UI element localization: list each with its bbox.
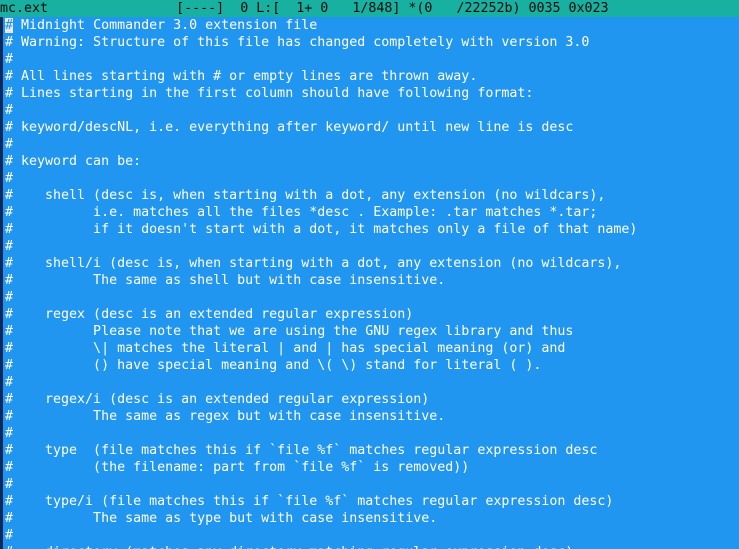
status-char-info: *(0 /22252b) xyxy=(408,1,521,16)
editor-line[interactable]: # Midnight Commander 3.0 extension file xyxy=(5,17,739,34)
editor-line[interactable]: # directory (matches any directory match… xyxy=(5,544,739,549)
editor-line[interactable]: # regex/i (desc is an extended regular e… xyxy=(5,391,739,408)
editor-line[interactable]: # xyxy=(5,238,739,255)
status-flags: [----] xyxy=(176,1,225,16)
editor-line[interactable]: # () have special meaning and \( \) stan… xyxy=(5,357,739,374)
editor-line[interactable]: # The same as regex but with case insens… xyxy=(5,408,739,425)
status-char-code: 0035 0x023 xyxy=(528,1,609,16)
status-filename: mc.ext xyxy=(0,1,49,16)
editor-line[interactable]: # The same as shell but with case insens… xyxy=(5,272,739,289)
status-line-count: 1/848] xyxy=(352,1,401,16)
editor-window: mc.ext [----] 0 L:[ 1+ 0 1/848] *(0 /222… xyxy=(0,0,739,549)
editor-line[interactable]: # (the filename: part from `file %f` is … xyxy=(5,459,739,476)
status-line-label: L:[ xyxy=(256,1,281,16)
editor-line[interactable]: # shell/i (desc is, when starting with a… xyxy=(5,255,739,272)
editor-line[interactable]: # type (file matches this if `file %f` m… xyxy=(5,442,739,459)
editor-line[interactable]: # keyword/descNL, i.e. everything after … xyxy=(5,119,739,136)
editor-line[interactable]: # xyxy=(5,51,739,68)
status-line-position: 1+ 0 xyxy=(296,1,329,16)
editor-left-border xyxy=(0,17,3,549)
editor-line[interactable]: # keyword can be: xyxy=(5,153,739,170)
editor-line[interactable]: # Warning: Structure of this file has ch… xyxy=(5,34,739,51)
editor-line[interactable]: # xyxy=(5,425,739,442)
editor-lines[interactable]: # Warning: Structure of this file has ch… xyxy=(5,34,739,549)
editor-line[interactable]: # xyxy=(5,476,739,493)
editor-line[interactable]: # All lines starting with # or empty lin… xyxy=(5,68,739,85)
editor-line[interactable]: # xyxy=(5,374,739,391)
text-editor-area[interactable]: # Midnight Commander 3.0 extension file … xyxy=(5,17,739,549)
editor-line[interactable]: # \| matches the literal | and | has spe… xyxy=(5,340,739,357)
editor-line[interactable]: # xyxy=(5,136,739,153)
status-bar: mc.ext [----] 0 L:[ 1+ 0 1/848] *(0 /222… xyxy=(0,0,739,17)
text-cursor: # xyxy=(5,18,14,33)
line-text: Midnight Commander 3.0 extension file xyxy=(13,18,318,33)
editor-line[interactable]: # i.e. matches all the files *desc . Exa… xyxy=(5,204,739,221)
editor-line[interactable]: # if it doesn't start with a dot, it mat… xyxy=(5,221,739,238)
editor-line[interactable]: # shell (desc is, when starting with a d… xyxy=(5,187,739,204)
editor-line[interactable]: # xyxy=(5,289,739,306)
editor-line[interactable]: # type/i (file matches this if `file %f`… xyxy=(5,493,739,510)
editor-line[interactable]: # Please note that we are using the GNU … xyxy=(5,323,739,340)
editor-line[interactable]: # regex (desc is an extended regular exp… xyxy=(5,306,739,323)
editor-line[interactable]: # xyxy=(5,170,739,187)
editor-line[interactable]: # The same as type but with case insensi… xyxy=(5,510,739,527)
editor-line[interactable]: # Lines starting in the first column sho… xyxy=(5,85,739,102)
editor-line[interactable]: # xyxy=(5,527,739,544)
editor-line[interactable]: # xyxy=(5,102,739,119)
